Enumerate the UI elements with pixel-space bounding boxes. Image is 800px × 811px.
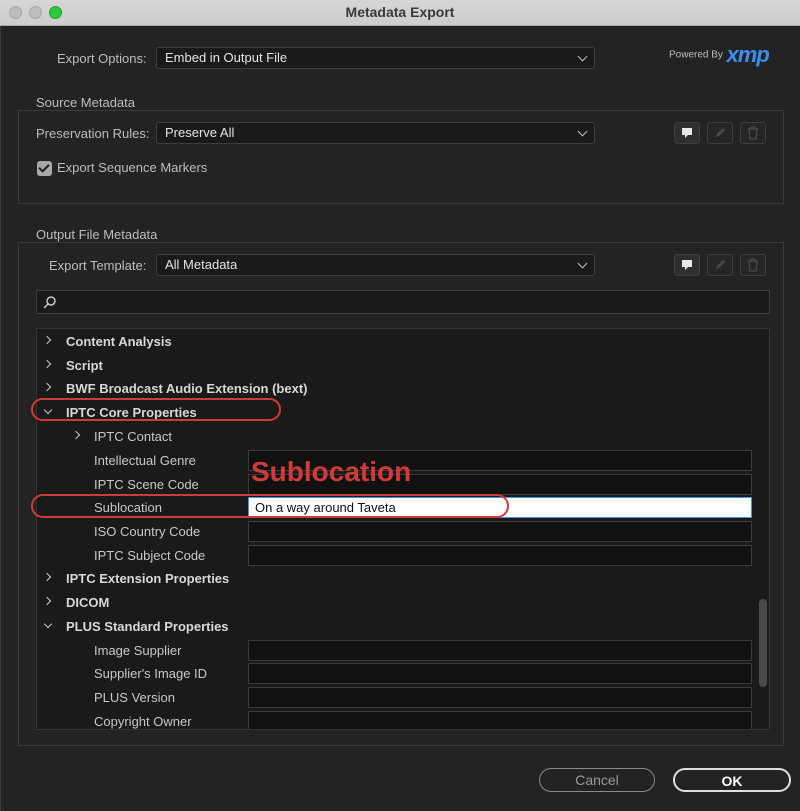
metadata-search-field[interactable] — [36, 290, 770, 314]
property-value-field[interactable] — [248, 640, 752, 661]
tree-item-plus-version[interactable]: PLUS Version — [37, 687, 755, 710]
export-options-dropdown[interactable]: Embed in Output File — [156, 47, 595, 69]
export-markers-checkbox[interactable] — [37, 161, 52, 176]
property-label: Intellectual Genre — [94, 453, 196, 468]
property-value-field[interactable] — [248, 545, 752, 566]
window-title: Metadata Export — [345, 4, 455, 20]
property-label: IPTC Scene Code — [94, 477, 199, 492]
tree-group-dicom[interactable]: DICOM — [37, 592, 755, 615]
property-label: Copyright Owner — [94, 714, 192, 729]
group-label: DICOM — [66, 595, 110, 610]
tree-item-copyright-owner[interactable]: Copyright Owner — [37, 711, 755, 729]
chevron-right-icon — [42, 596, 52, 606]
chevron-right-icon — [42, 382, 52, 392]
property-value-field[interactable] — [248, 711, 752, 729]
export-template-label: Export Template: — [49, 258, 147, 273]
export-template-dropdown[interactable]: All Metadata — [156, 254, 595, 276]
metadata-tree[interactable]: Content Analysis Script BWF Broadcast Au… — [36, 328, 770, 730]
search-icon — [43, 296, 56, 309]
export-markers-label: Export Sequence Markers — [57, 160, 208, 175]
chevron-down-icon — [577, 258, 588, 269]
tree-item-image-supplier[interactable]: Image Supplier — [37, 640, 755, 663]
ok-button[interactable]: OK — [673, 768, 791, 792]
tree-item-iptc-contact[interactable]: IPTC Contact — [37, 426, 755, 449]
xmp-logo: Powered By xmp — [669, 42, 770, 68]
tree-item-supplier-image-id[interactable]: Supplier's Image ID — [37, 663, 755, 686]
trash-icon — [748, 126, 758, 140]
tree-group-iptc-extension[interactable]: IPTC Extension Properties — [37, 568, 755, 591]
chevron-down-icon — [577, 126, 588, 137]
chevron-right-icon — [42, 359, 52, 369]
preservation-rules-label: Preservation Rules: — [36, 126, 150, 141]
output-metadata-title: Output File Metadata — [36, 227, 162, 242]
powered-by-text: Powered By — [669, 49, 723, 61]
chevron-right-icon — [71, 430, 81, 440]
annotation-ellipse-sublocation — [31, 494, 509, 518]
export-template-value: All Metadata — [165, 257, 238, 272]
property-label: ISO Country Code — [94, 524, 201, 539]
group-label: PLUS Standard Properties — [66, 619, 229, 634]
annotation-ellipse-iptc-core — [31, 398, 281, 421]
preservation-rules-value: Preserve All — [165, 125, 235, 140]
delete-preset-button[interactable] — [740, 122, 766, 144]
group-label: Content Analysis — [66, 334, 172, 349]
chevron-down-icon — [43, 619, 53, 629]
property-label: PLUS Version — [94, 690, 175, 705]
group-label: IPTC Extension Properties — [66, 571, 230, 586]
export-options-value: Embed in Output File — [165, 50, 288, 65]
chevron-right-icon — [42, 335, 52, 345]
chevron-right-icon — [42, 572, 52, 582]
tree-item-iptc-subject-code[interactable]: IPTC Subject Code — [37, 545, 755, 568]
property-label: Image Supplier — [94, 643, 182, 658]
tree-group-content-analysis[interactable]: Content Analysis — [37, 331, 755, 354]
group-label: Script — [66, 358, 103, 373]
tree-group-plus[interactable]: PLUS Standard Properties — [37, 616, 755, 639]
property-label: Supplier's Image ID — [94, 666, 208, 681]
new-preset-icon — [682, 128, 692, 138]
export-options-label: Export Options: — [57, 51, 147, 66]
edit-preset-button[interactable] — [707, 122, 733, 144]
trash-icon — [748, 258, 758, 272]
new-preset-button[interactable] — [674, 122, 700, 144]
chevron-down-icon — [577, 51, 588, 62]
property-value-field[interactable] — [248, 521, 752, 542]
new-template-button[interactable] — [674, 254, 700, 276]
new-preset-icon — [682, 260, 692, 270]
xmp-logo-text: xmp — [726, 42, 770, 67]
tree-scrollbar[interactable] — [759, 599, 767, 687]
property-value-field[interactable] — [248, 663, 752, 684]
edit-pencil-icon — [716, 128, 725, 137]
edit-pencil-icon — [716, 260, 725, 269]
delete-template-button[interactable] — [740, 254, 766, 276]
tree-item-iso-country-code[interactable]: ISO Country Code — [37, 521, 755, 544]
title-bar: Metadata Export — [0, 0, 800, 26]
property-value-field[interactable] — [248, 687, 752, 708]
metadata-export-dialog: Export Options: Embed in Output File Pow… — [0, 26, 800, 811]
preservation-rules-dropdown[interactable]: Preserve All — [156, 122, 595, 144]
property-label: IPTC Contact — [94, 429, 173, 444]
group-label: BWF Broadcast Audio Extension (bext) — [66, 381, 308, 396]
cancel-button[interactable]: Cancel — [539, 768, 655, 792]
property-label: IPTC Subject Code — [94, 548, 206, 563]
source-metadata-title: Source Metadata — [36, 95, 140, 110]
edit-template-button[interactable] — [707, 254, 733, 276]
tree-group-script[interactable]: Script — [37, 355, 755, 378]
annotation-label: Sublocation — [251, 456, 412, 487]
